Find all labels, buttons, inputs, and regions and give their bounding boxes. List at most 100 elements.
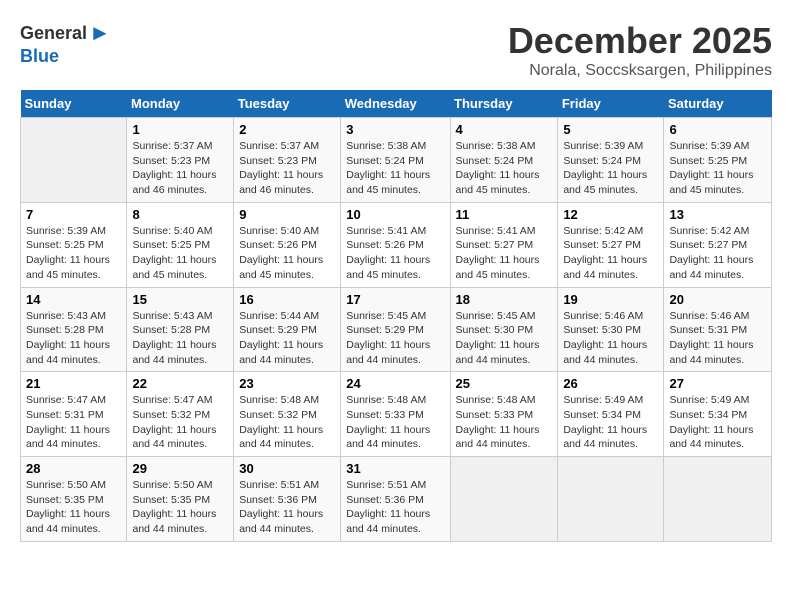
day-info: Sunrise: 5:40 AM Sunset: 5:26 PM Dayligh… bbox=[239, 224, 335, 283]
calendar-cell: 13 Sunrise: 5:42 AM Sunset: 5:27 PM Dayli… bbox=[664, 202, 772, 287]
day-header-saturday: Saturday bbox=[664, 90, 772, 118]
day-number: 14 bbox=[26, 292, 121, 307]
day-header-wednesday: Wednesday bbox=[341, 90, 450, 118]
day-info: Sunrise: 5:46 AM Sunset: 5:30 PM Dayligh… bbox=[563, 309, 658, 368]
calendar-cell: 16Sunrise: 5:44 AM Sunset: 5:29 PM Dayli… bbox=[234, 287, 341, 372]
calendar-cell: 26Sunrise: 5:49 AM Sunset: 5:34 PM Dayli… bbox=[558, 372, 664, 457]
day-number: 15 bbox=[132, 292, 228, 307]
day-header-thursday: Thursday bbox=[450, 90, 558, 118]
day-number: 11 bbox=[456, 207, 553, 222]
page-header: General ► Blue December 2025 Norala, Soc… bbox=[20, 20, 772, 80]
calendar-header-row: SundayMondayTuesdayWednesdayThursdayFrid… bbox=[21, 90, 772, 118]
day-number: 17 bbox=[346, 292, 444, 307]
calendar-cell: 11 Sunrise: 5:41 AM Sunset: 5:27 PM Dayli… bbox=[450, 202, 558, 287]
day-header-sunday: Sunday bbox=[21, 90, 127, 118]
day-number: 1 bbox=[132, 122, 228, 137]
calendar-cell: 3Sunrise: 5:38 AM Sunset: 5:24 PM Daylig… bbox=[341, 118, 450, 203]
subtitle: Norala, Soccsksargen, Philippines bbox=[508, 62, 772, 80]
calendar-cell: 5 Sunrise: 5:39 AM Sunset: 5:24 PM Daylig… bbox=[558, 118, 664, 203]
day-info: Sunrise: 5:37 AM Sunset: 5:23 PM Dayligh… bbox=[132, 139, 228, 198]
title-section: December 2025 Norala, Soccsksargen, Phil… bbox=[508, 20, 772, 80]
day-info: Sunrise: 5:46 AM Sunset: 5:31 PM Dayligh… bbox=[669, 309, 766, 368]
day-info: Sunrise: 5:48 AM Sunset: 5:33 PM Dayligh… bbox=[456, 393, 553, 452]
calendar-cell: 19 Sunrise: 5:46 AM Sunset: 5:30 PM Dayli… bbox=[558, 287, 664, 372]
day-info: Sunrise: 5:43 AM Sunset: 5:28 PM Dayligh… bbox=[26, 309, 121, 368]
day-info: Sunrise: 5:48 AM Sunset: 5:32 PM Dayligh… bbox=[239, 393, 335, 452]
day-number: 13 bbox=[669, 207, 766, 222]
day-info: Sunrise: 5:38 AM Sunset: 5:24 PM Dayligh… bbox=[346, 139, 444, 198]
logo: General ► Blue bbox=[20, 20, 111, 67]
day-header-friday: Friday bbox=[558, 90, 664, 118]
day-info: Sunrise: 5:51 AM Sunset: 5:36 PM Dayligh… bbox=[239, 478, 335, 537]
calendar-cell: 29 Sunrise: 5:50 AM Sunset: 5:35 PM Dayli… bbox=[127, 457, 234, 542]
day-info: Sunrise: 5:40 AM Sunset: 5:25 PM Dayligh… bbox=[132, 224, 228, 283]
day-number: 23 bbox=[239, 376, 335, 391]
day-number: 19 bbox=[563, 292, 658, 307]
day-number: 25 bbox=[456, 376, 553, 391]
calendar-cell: 21 Sunrise: 5:47 AM Sunset: 5:31 PM Dayli… bbox=[21, 372, 127, 457]
day-info: Sunrise: 5:37 AM Sunset: 5:23 PM Dayligh… bbox=[239, 139, 335, 198]
calendar-cell: 25 Sunrise: 5:48 AM Sunset: 5:33 PM Dayli… bbox=[450, 372, 558, 457]
day-info: Sunrise: 5:48 AM Sunset: 5:33 PM Dayligh… bbox=[346, 393, 444, 452]
day-number: 28 bbox=[26, 461, 121, 476]
logo-general-text: General bbox=[20, 23, 87, 44]
calendar-cell: 23 Sunrise: 5:48 AM Sunset: 5:32 PM Dayli… bbox=[234, 372, 341, 457]
day-info: Sunrise: 5:42 AM Sunset: 5:27 PM Dayligh… bbox=[669, 224, 766, 283]
logo-bird-icon: ► bbox=[89, 20, 111, 46]
day-info: Sunrise: 5:45 AM Sunset: 5:29 PM Dayligh… bbox=[346, 309, 444, 368]
day-number: 2 bbox=[239, 122, 335, 137]
calendar-cell: 30 Sunrise: 5:51 AM Sunset: 5:36 PM Dayli… bbox=[234, 457, 341, 542]
day-number: 30 bbox=[239, 461, 335, 476]
day-info: Sunrise: 5:45 AM Sunset: 5:30 PM Dayligh… bbox=[456, 309, 553, 368]
day-number: 4 bbox=[456, 122, 553, 137]
day-info: Sunrise: 5:39 AM Sunset: 5:24 PM Dayligh… bbox=[563, 139, 658, 198]
day-number: 8 bbox=[132, 207, 228, 222]
day-number: 22 bbox=[132, 376, 228, 391]
day-info: Sunrise: 5:41 AM Sunset: 5:27 PM Dayligh… bbox=[456, 224, 553, 283]
calendar-week-row: 14 Sunrise: 5:43 AM Sunset: 5:28 PM Dayli… bbox=[21, 287, 772, 372]
day-info: Sunrise: 5:44 AM Sunset: 5:29 PM Dayligh… bbox=[239, 309, 335, 368]
day-number: 27 bbox=[669, 376, 766, 391]
day-number: 5 bbox=[563, 122, 658, 137]
day-number: 18 bbox=[456, 292, 553, 307]
day-info: Sunrise: 5:39 AM Sunset: 5:25 PM Dayligh… bbox=[26, 224, 121, 283]
calendar-cell bbox=[558, 457, 664, 542]
calendar-cell: 27 Sunrise: 5:49 AM Sunset: 5:34 PM Dayli… bbox=[664, 372, 772, 457]
calendar-week-row: 21 Sunrise: 5:47 AM Sunset: 5:31 PM Dayli… bbox=[21, 372, 772, 457]
calendar-cell: 2 Sunrise: 5:37 AM Sunset: 5:23 PM Daylig… bbox=[234, 118, 341, 203]
calendar-cell: 8 Sunrise: 5:40 AM Sunset: 5:25 PM Daylig… bbox=[127, 202, 234, 287]
day-number: 31 bbox=[346, 461, 444, 476]
calendar-cell: 31Sunrise: 5:51 AM Sunset: 5:36 PM Dayli… bbox=[341, 457, 450, 542]
day-info: Sunrise: 5:49 AM Sunset: 5:34 PM Dayligh… bbox=[669, 393, 766, 452]
day-info: Sunrise: 5:41 AM Sunset: 5:26 PM Dayligh… bbox=[346, 224, 444, 283]
calendar-cell: 17 Sunrise: 5:45 AM Sunset: 5:29 PM Dayli… bbox=[341, 287, 450, 372]
calendar-week-row: 1 Sunrise: 5:37 AM Sunset: 5:23 PM Daylig… bbox=[21, 118, 772, 203]
day-number: 29 bbox=[132, 461, 228, 476]
calendar-week-row: 7 Sunrise: 5:39 AM Sunset: 5:25 PM Daylig… bbox=[21, 202, 772, 287]
day-number: 21 bbox=[26, 376, 121, 391]
calendar-cell: 15 Sunrise: 5:43 AM Sunset: 5:28 PM Dayli… bbox=[127, 287, 234, 372]
day-info: Sunrise: 5:49 AM Sunset: 5:34 PM Dayligh… bbox=[563, 393, 658, 452]
calendar-cell: 14 Sunrise: 5:43 AM Sunset: 5:28 PM Dayli… bbox=[21, 287, 127, 372]
day-number: 20 bbox=[669, 292, 766, 307]
day-header-tuesday: Tuesday bbox=[234, 90, 341, 118]
day-info: Sunrise: 5:43 AM Sunset: 5:28 PM Dayligh… bbox=[132, 309, 228, 368]
day-info: Sunrise: 5:50 AM Sunset: 5:35 PM Dayligh… bbox=[132, 478, 228, 537]
calendar-cell: 24 Sunrise: 5:48 AM Sunset: 5:33 PM Dayli… bbox=[341, 372, 450, 457]
calendar-cell: 1 Sunrise: 5:37 AM Sunset: 5:23 PM Daylig… bbox=[127, 118, 234, 203]
day-number: 9 bbox=[239, 207, 335, 222]
calendar-cell: 4Sunrise: 5:38 AM Sunset: 5:24 PM Daylig… bbox=[450, 118, 558, 203]
logo-blue-text: Blue bbox=[20, 46, 59, 67]
calendar-cell: 6Sunrise: 5:39 AM Sunset: 5:25 PM Daylig… bbox=[664, 118, 772, 203]
calendar-table: SundayMondayTuesdayWednesdayThursdayFrid… bbox=[20, 90, 772, 542]
day-number: 24 bbox=[346, 376, 444, 391]
day-info: Sunrise: 5:47 AM Sunset: 5:31 PM Dayligh… bbox=[26, 393, 121, 452]
day-info: Sunrise: 5:50 AM Sunset: 5:35 PM Dayligh… bbox=[26, 478, 121, 537]
calendar-week-row: 28 Sunrise: 5:50 AM Sunset: 5:35 PM Dayli… bbox=[21, 457, 772, 542]
calendar-cell: 18 Sunrise: 5:45 AM Sunset: 5:30 PM Dayli… bbox=[450, 287, 558, 372]
day-number: 12 bbox=[563, 207, 658, 222]
day-info: Sunrise: 5:39 AM Sunset: 5:25 PM Dayligh… bbox=[669, 139, 766, 198]
calendar-cell: 20 Sunrise: 5:46 AM Sunset: 5:31 PM Dayli… bbox=[664, 287, 772, 372]
calendar-cell: 9 Sunrise: 5:40 AM Sunset: 5:26 PM Daylig… bbox=[234, 202, 341, 287]
day-number: 7 bbox=[26, 207, 121, 222]
